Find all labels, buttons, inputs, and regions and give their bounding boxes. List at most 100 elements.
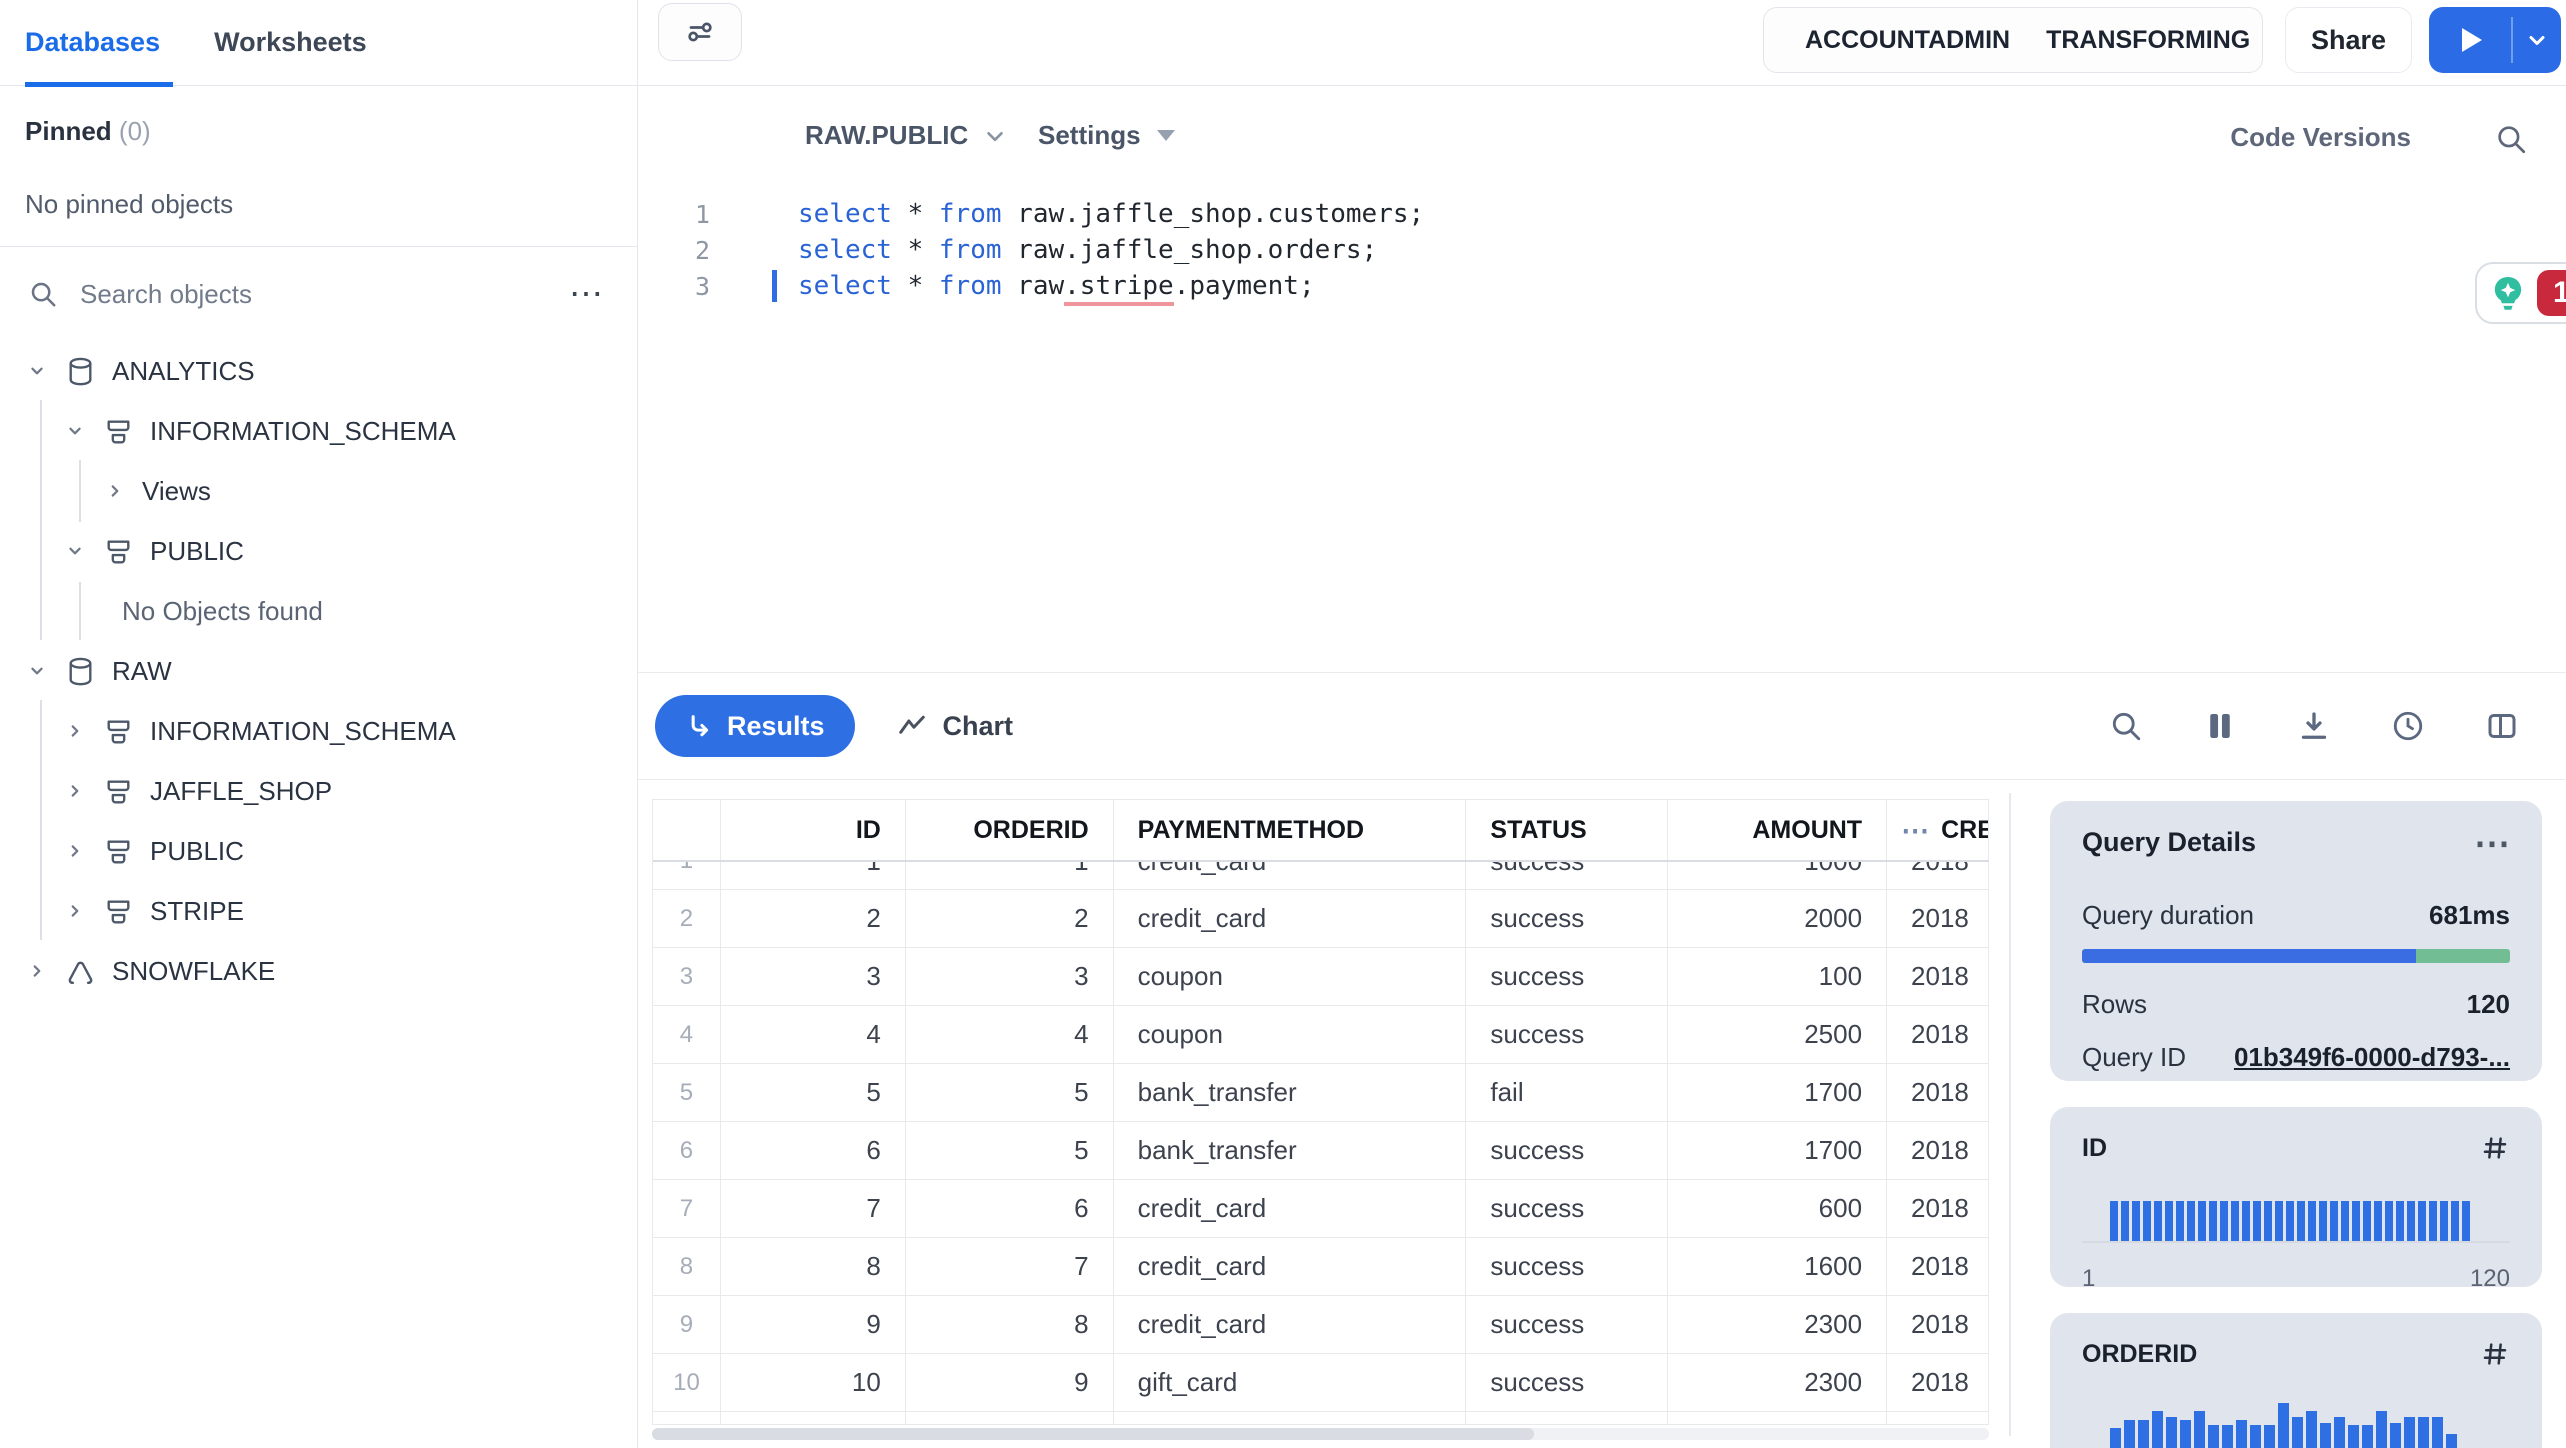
histogram-bar bbox=[2362, 1425, 2373, 1448]
id-axis-min: 1 bbox=[2082, 1265, 2096, 1292]
database-schema-selector[interactable]: RAW.PUBLIC bbox=[805, 120, 1008, 151]
chevron-right-icon[interactable] bbox=[64, 719, 88, 743]
histogram-bar bbox=[2187, 1201, 2195, 1241]
search-objects-placeholder[interactable]: Search objects bbox=[80, 279, 547, 310]
tree-item-stripe[interactable]: STRIPE bbox=[0, 881, 636, 941]
tree-item-information-schema[interactable]: INFORMATION_SCHEMA bbox=[0, 401, 636, 461]
table-cell: 1600 bbox=[1668, 1238, 1888, 1295]
table-cell: 4 bbox=[721, 1006, 906, 1063]
histogram-bar bbox=[2176, 1201, 2184, 1241]
editor-search-button[interactable] bbox=[2494, 122, 2528, 161]
table-row[interactable]: 2 2 2 credit_card success 2000 2018 bbox=[653, 890, 1989, 948]
table-row[interactable]: 7 7 6 credit_card success 600 2018 bbox=[653, 1180, 1989, 1238]
columns-button[interactable] bbox=[2202, 708, 2238, 744]
chevron-down-icon[interactable] bbox=[26, 359, 50, 383]
query-insights-panel: Query Details ⋯ Query duration 681ms Row… bbox=[2050, 801, 2542, 1448]
query-id-link[interactable]: 01b349f6-0000-d793-... bbox=[2234, 1042, 2510, 1073]
row-number-cell: 10 bbox=[653, 1354, 721, 1411]
search-results-button[interactable] bbox=[2108, 708, 2144, 744]
table-cell: success bbox=[1466, 1006, 1669, 1063]
column-header-id[interactable]: ID bbox=[721, 800, 906, 860]
rows-value: 120 bbox=[2466, 989, 2510, 1019]
column-header-amount[interactable]: AMOUNT bbox=[1668, 800, 1888, 860]
horizontal-scrollbar-thumb[interactable] bbox=[652, 1428, 1535, 1440]
editor-settings-menu[interactable]: Settings bbox=[1038, 120, 1175, 151]
table-row[interactable]: 10 10 9 gift_card success 2300 2018 bbox=[653, 1354, 1989, 1412]
code-line[interactable]: 1 select * from raw.jaffle_shop.customers… bbox=[638, 196, 1424, 232]
hash-icon[interactable] bbox=[2480, 1133, 2510, 1163]
split-panel-button[interactable] bbox=[2484, 708, 2520, 744]
orderid-card-title: ORDERID bbox=[2082, 1339, 2198, 1368]
horizontal-scrollbar[interactable] bbox=[652, 1428, 1989, 1440]
chevron-down-icon[interactable] bbox=[64, 419, 88, 443]
table-row[interactable]: 3 3 3 coupon success 100 2018 bbox=[653, 948, 1989, 1006]
tree-item-label: PUBLIC bbox=[150, 835, 244, 866]
histogram-bar bbox=[2242, 1201, 2250, 1241]
column-overflow-icon[interactable]: ⋯ bbox=[1901, 814, 1931, 847]
chevron-right-icon[interactable] bbox=[64, 839, 88, 863]
object-search[interactable]: Search objects ⋯ bbox=[0, 247, 637, 341]
run-button[interactable] bbox=[2429, 7, 2511, 73]
chevron-right-icon[interactable] bbox=[26, 959, 50, 983]
histogram-bar bbox=[2166, 1417, 2177, 1448]
histogram-bar bbox=[2138, 1420, 2149, 1448]
column-header-status[interactable]: STATUS bbox=[1466, 800, 1669, 860]
tree-item-views[interactable]: Views bbox=[0, 461, 636, 521]
sidebar-more-menu[interactable]: ⋯ bbox=[569, 277, 605, 311]
tree-item-information-schema[interactable]: INFORMATION_SCHEMA bbox=[0, 701, 636, 761]
tree-item-public[interactable]: PUBLIC bbox=[0, 521, 636, 581]
chevron-right-icon[interactable] bbox=[104, 479, 128, 503]
column-header-paymentmethod[interactable]: PAYMENTMETHOD bbox=[1114, 800, 1467, 860]
tree-item-snowflake[interactable]: SNOWFLAKE bbox=[0, 941, 636, 1001]
worksheet-filters-button[interactable] bbox=[658, 3, 742, 61]
histogram-bar bbox=[2278, 1403, 2289, 1448]
chevron-right-icon[interactable] bbox=[64, 899, 88, 923]
column-header-created[interactable]: ⋯CREATED bbox=[1887, 800, 1990, 860]
histogram-bar bbox=[2132, 1201, 2140, 1241]
tab-worksheets[interactable]: Worksheets bbox=[214, 27, 367, 58]
hash-icon[interactable] bbox=[2480, 1339, 2510, 1369]
query-history-button[interactable] bbox=[2390, 708, 2426, 744]
run-options-button[interactable] bbox=[2513, 7, 2561, 73]
id-histogram-card: ID 1 120 bbox=[2050, 1107, 2542, 1292]
table-cell: coupon bbox=[1114, 948, 1467, 1005]
copilot-suggestion-widget[interactable]: 1 bbox=[2475, 262, 2566, 324]
table-cell: 2018 bbox=[1887, 1238, 1989, 1295]
query-details-menu[interactable]: ⋯ bbox=[2474, 824, 2510, 860]
schema-icon bbox=[102, 834, 136, 868]
table-row[interactable]: 111credit_cardsuccess10002018 bbox=[653, 862, 1989, 890]
tab-databases[interactable]: Databases bbox=[25, 27, 160, 58]
sql-editor[interactable]: 1 select * from raw.jaffle_shop.customers… bbox=[638, 196, 1424, 306]
table-row[interactable]: 9 9 8 credit_card success 2300 2018 bbox=[653, 1296, 1989, 1354]
chevron-right-icon[interactable] bbox=[64, 779, 88, 803]
tab-chart[interactable]: Chart bbox=[897, 711, 1013, 742]
tree-item-analytics[interactable]: ANALYTICS bbox=[0, 341, 636, 401]
table-row[interactable]: 8 8 7 credit_card success 1600 2018 bbox=[653, 1238, 1989, 1296]
table-cell: 3 bbox=[721, 948, 906, 1005]
axis-baseline bbox=[2082, 1241, 2510, 1243]
histogram-bar bbox=[2396, 1201, 2404, 1241]
tree-item-jaffle-shop[interactable]: JAFFLE_SHOP bbox=[0, 761, 636, 821]
code-line[interactable]: 3 select * from raw.stripe.payment; bbox=[638, 268, 1424, 306]
column-header-orderid[interactable]: ORDERID bbox=[906, 800, 1114, 860]
session-context-button[interactable]: ACCOUNTADMIN TRANSFORMING bbox=[1763, 7, 2263, 73]
table-row-partial bbox=[653, 1412, 1989, 1425]
vertical-scrollbar-track[interactable] bbox=[2009, 793, 2011, 1436]
download-results-button[interactable] bbox=[2296, 708, 2332, 744]
tree-item-public[interactable]: PUBLIC bbox=[0, 821, 636, 881]
app-root: Databases Worksheets Pinned (0) No pinne… bbox=[0, 0, 2566, 1448]
table-row[interactable]: 4 4 4 coupon success 2500 2018 bbox=[653, 1006, 1989, 1064]
chevron-down-icon[interactable] bbox=[64, 539, 88, 563]
tree-item-raw[interactable]: RAW bbox=[0, 641, 636, 701]
line-number: 3 bbox=[694, 271, 710, 301]
code-versions-link[interactable]: Code Versions bbox=[2230, 122, 2411, 153]
share-button[interactable]: Share bbox=[2285, 7, 2412, 73]
chevron-down-icon[interactable] bbox=[26, 659, 50, 683]
active-tab-underline bbox=[25, 82, 173, 87]
table-cell: 2018 bbox=[1887, 1006, 1989, 1063]
table-row[interactable]: 5 5 5 bank_transfer fail 1700 2018 bbox=[653, 1064, 1989, 1122]
tree-item-label: STRIPE bbox=[150, 895, 244, 926]
tab-results[interactable]: Results bbox=[655, 695, 855, 757]
table-row[interactable]: 6 6 5 bank_transfer success 1700 2018 bbox=[653, 1122, 1989, 1180]
code-line[interactable]: 2 select * from raw.jaffle_shop.orders; bbox=[638, 232, 1424, 268]
